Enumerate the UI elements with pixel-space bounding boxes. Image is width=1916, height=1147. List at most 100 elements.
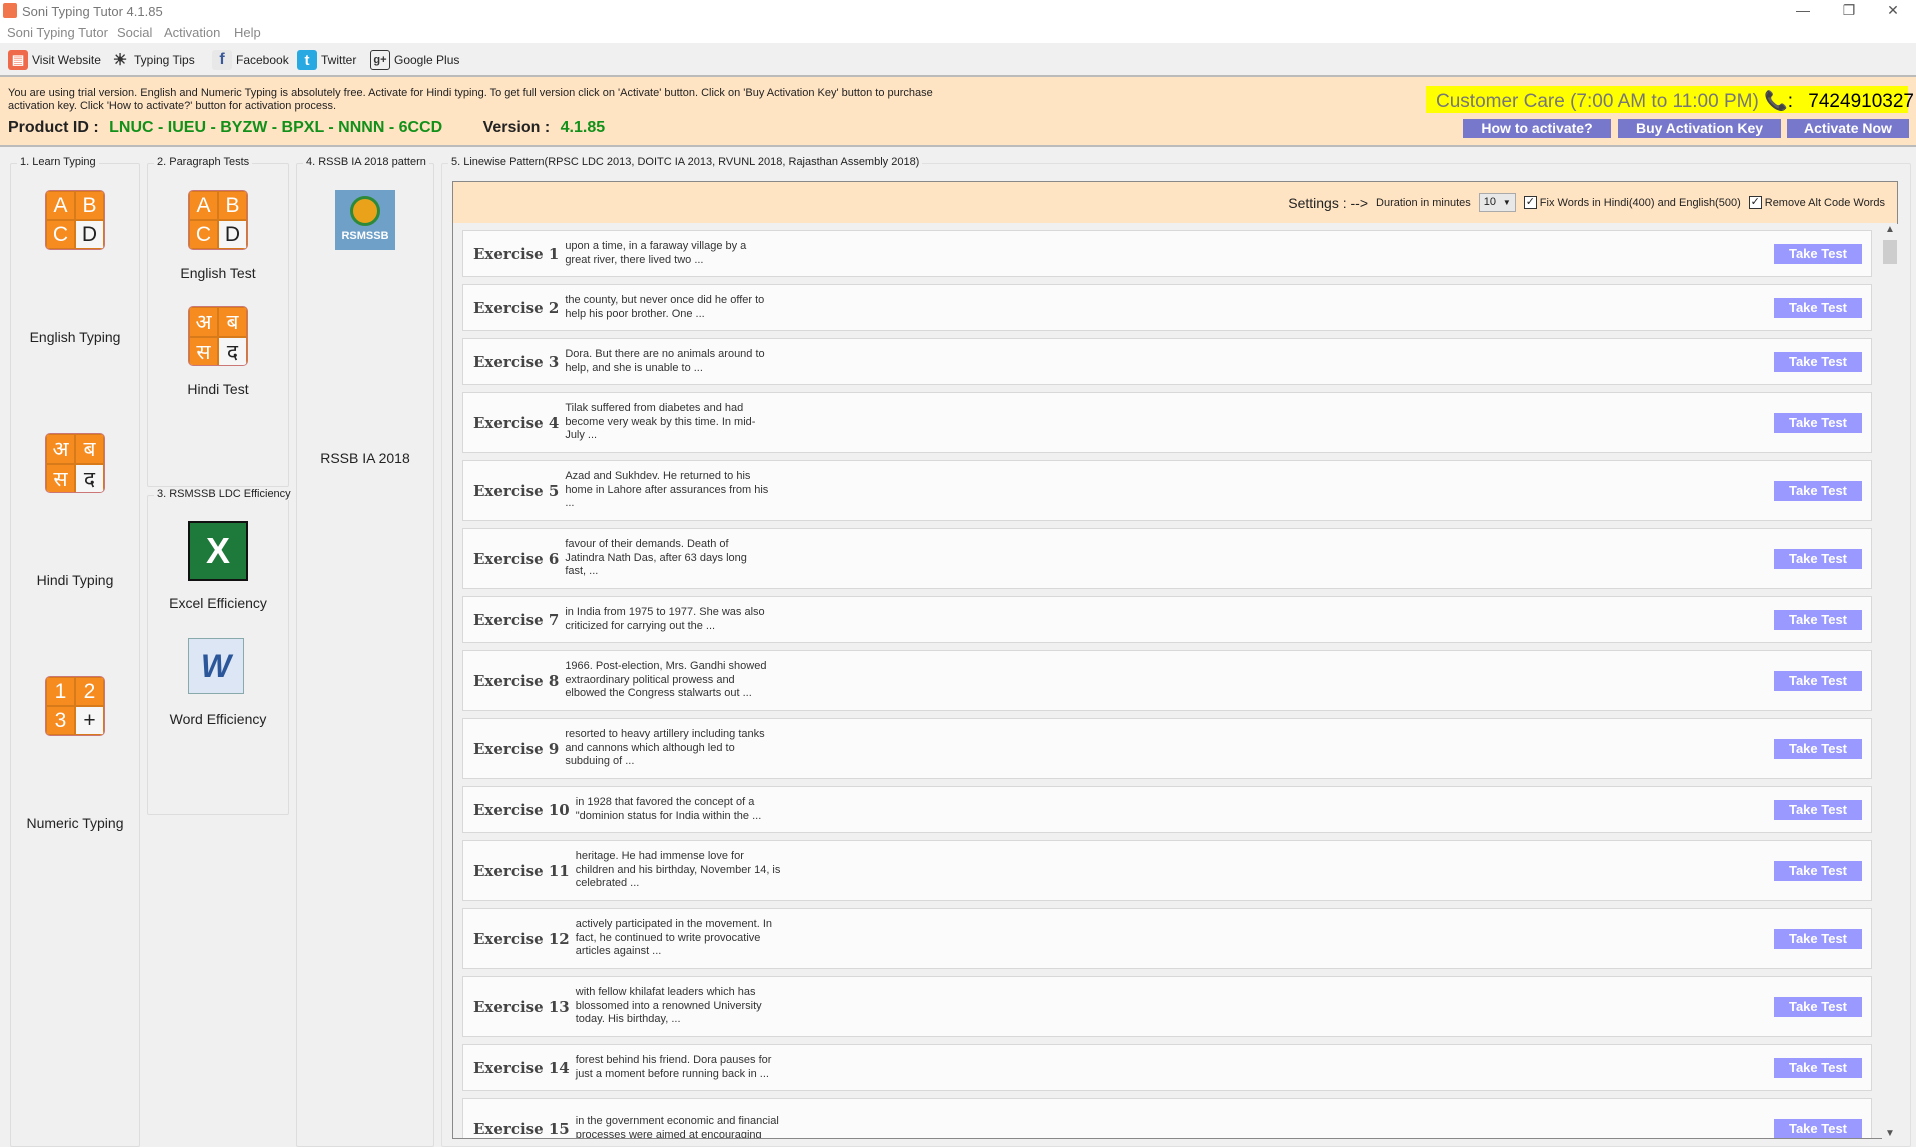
exercise-title: Exercise 1 [473,244,560,263]
rsmssb-logo[interactable]: RSMSSB [335,190,395,250]
exercise-title: Exercise 14 [473,1058,570,1077]
exercise-row: Exercise 14 forest behind his friend. Dor… [462,1044,1872,1091]
take-test-button[interactable]: Take Test [1774,412,1862,433]
checkbox-checked-icon: ✓ [1748,196,1762,209]
facebook-button[interactable]: f Facebook [212,49,289,71]
take-test-button[interactable]: Take Test [1774,297,1862,318]
window-title: Soni Typing Tutor 4.1.85 [22,4,163,19]
take-test-button[interactable]: Take Test [1774,548,1862,569]
exercise-snippet: Dora. But there are no animals around to… [565,348,765,374]
minimize-button[interactable]: — [1780,0,1826,22]
exercise-row: Exercise 7 in India from 1975 to 1977. Sh… [462,596,1872,643]
exercise-snippet: 1966. Post-election, Mrs. Gandhi showed … [565,660,767,700]
take-test-button[interactable]: Take Test [1774,243,1862,264]
duration-select[interactable]: 10 ▼ [1478,193,1516,212]
title-bar: Soni Typing Tutor 4.1.85 — ❐ ✕ [0,0,1916,22]
exercise-title: Exercise 10 [473,800,570,819]
take-test-button[interactable]: Take Test [1774,609,1862,630]
version-value: 4.1.85 [560,119,606,136]
remove-alt-code-checkbox[interactable]: ✓ Remove Alt Code Words [1748,196,1885,209]
take-test-button[interactable]: Take Test [1774,1118,1862,1138]
exercise-snippet: in India from 1975 to 1977. She was also… [565,606,765,632]
rssb-ia-2018-link[interactable]: RSSB IA 2018 [297,450,433,466]
google-plus-button[interactable]: g+ Google Plus [370,49,459,71]
toolbar-label: Facebook [236,53,289,67]
exercise-snippet: favour of their demands. Death of Jatind… [565,538,747,578]
visit-website-button[interactable]: ▤ Visit Website [8,49,101,71]
exercise-row: Exercise 6 favour of their demands. Death… [462,528,1872,589]
ldc-efficiency-group: 3. RSMSSB LDC Efficiency X Excel Efficie… [147,488,294,815]
exercise-title: Exercise 4 [473,413,560,432]
fix-words-checkbox[interactable]: ✓ Fix Words in Hindi(400) and English(500… [1523,196,1741,209]
exercise-title: Exercise 12 [473,929,570,948]
hindi-typing-icon[interactable]: अबसद [45,433,105,493]
maximize-button[interactable]: ❐ [1826,0,1872,22]
scroll-down-icon[interactable]: ▼ [1882,1128,1898,1139]
hindi-test-link[interactable]: Hindi Test [148,381,288,397]
menu-help[interactable]: Help [234,25,261,40]
take-test-button[interactable]: Take Test [1774,928,1862,949]
excel-icon[interactable]: X [188,521,248,581]
exercise-snippet: resorted to heavy artillery including ta… [565,728,765,768]
activate-now-button[interactable]: Activate Now [1787,119,1909,138]
exercise-row: Exercise 3 Dora. But there are no animals… [462,338,1872,385]
numeric-typing-icon[interactable]: 1 2 3 + [45,676,105,736]
rssb-group: 4. RSSB IA 2018 pattern RSMSSB RSSB IA 2… [296,156,434,1147]
product-id-label: Product ID : [8,119,99,136]
exercise-title: Exercise 9 [473,739,560,758]
exercise-snippet: Azad and Sukhdev. He returned to his hom… [565,470,769,510]
exercise-row: Exercise 8 1966. Post-election, Mrs. Gand… [462,650,1872,711]
close-button[interactable]: ✕ [1870,0,1916,22]
buy-activation-key-button[interactable]: Buy Activation Key [1618,119,1781,138]
exercise-list: Exercise 1 upon a time, in a faraway vill… [452,223,1898,1139]
take-test-button[interactable]: Take Test [1774,860,1862,881]
product-info: Product ID : LNUC - IUEU - BYZW - BPXL -… [8,119,605,137]
menu-soni-typing-tutor[interactable]: Soni Typing Tutor [7,25,108,40]
exercise-row: Exercise 12 actively participated in the … [462,908,1872,969]
scroll-up-icon[interactable]: ▲ [1882,224,1898,238]
exercise-row: Exercise 4 Tilak suffered from diabetes a… [462,392,1872,453]
how-to-activate-button[interactable]: How to activate? [1463,119,1611,138]
twitter-button[interactable]: t Twitter [297,49,356,71]
hindi-typing-link[interactable]: Hindi Typing [11,572,139,588]
menu-activation[interactable]: Activation [164,25,220,40]
menu-social[interactable]: Social [117,25,152,40]
numeric-typing-link[interactable]: Numeric Typing [11,815,139,831]
exercise-snippet: Tilak suffered from diabetes and had bec… [565,402,756,442]
typing-tips-button[interactable]: ☀ Typing Tips [110,49,195,71]
exercise-row: Exercise 5 Azad and Sukhdev. He returned … [462,460,1872,521]
english-typing-icon[interactable]: ABCD [45,190,105,250]
phone-separator: : [1787,91,1794,112]
take-test-button[interactable]: Take Test [1774,738,1862,759]
take-test-button[interactable]: Take Test [1774,996,1862,1017]
scrollbar[interactable]: ▲ ▼ [1882,224,1898,1139]
take-test-button[interactable]: Take Test [1774,480,1862,501]
chevron-down-icon: ▼ [1502,198,1511,207]
phone-icon: 📞 [1764,91,1788,112]
take-test-button[interactable]: Take Test [1774,1057,1862,1078]
english-test-link[interactable]: English Test [148,265,288,281]
scrollbar-thumb[interactable] [1883,240,1897,264]
take-test-button[interactable]: Take Test [1774,351,1862,372]
hindi-test-icon[interactable]: अबसद [188,306,248,366]
phone-number: 7424910327 [1808,91,1914,112]
excel-efficiency-link[interactable]: Excel Efficiency [148,595,288,611]
exercise-row: Exercise 1 upon a time, in a faraway vill… [462,230,1872,277]
customer-care-label: Customer Care (7:00 AM to 11:00 PM) [1436,91,1759,112]
rsmssb-logo-text: RSMSSB [341,230,389,242]
exercise-title: Exercise 3 [473,352,560,371]
toolbar-label: Twitter [321,53,357,67]
english-test-icon[interactable]: ABCD [188,190,248,250]
version-label: Version : [482,119,551,136]
english-typing-link[interactable]: English Typing [11,329,139,345]
take-test-button[interactable]: Take Test [1774,670,1862,691]
word-icon[interactable]: W [188,638,244,694]
exercise-row: Exercise 15 in the government economic an… [462,1098,1872,1138]
take-test-button[interactable]: Take Test [1774,799,1862,820]
exercise-title: Exercise 15 [473,1119,570,1138]
word-efficiency-link[interactable]: Word Efficiency [148,711,288,727]
exercise-row: Exercise 10 in 1928 that favored the conc… [462,786,1872,833]
lightbulb-icon: ☀ [112,52,128,69]
exercise-title: Exercise 6 [473,549,560,568]
exercise-title: Exercise 2 [473,298,560,317]
